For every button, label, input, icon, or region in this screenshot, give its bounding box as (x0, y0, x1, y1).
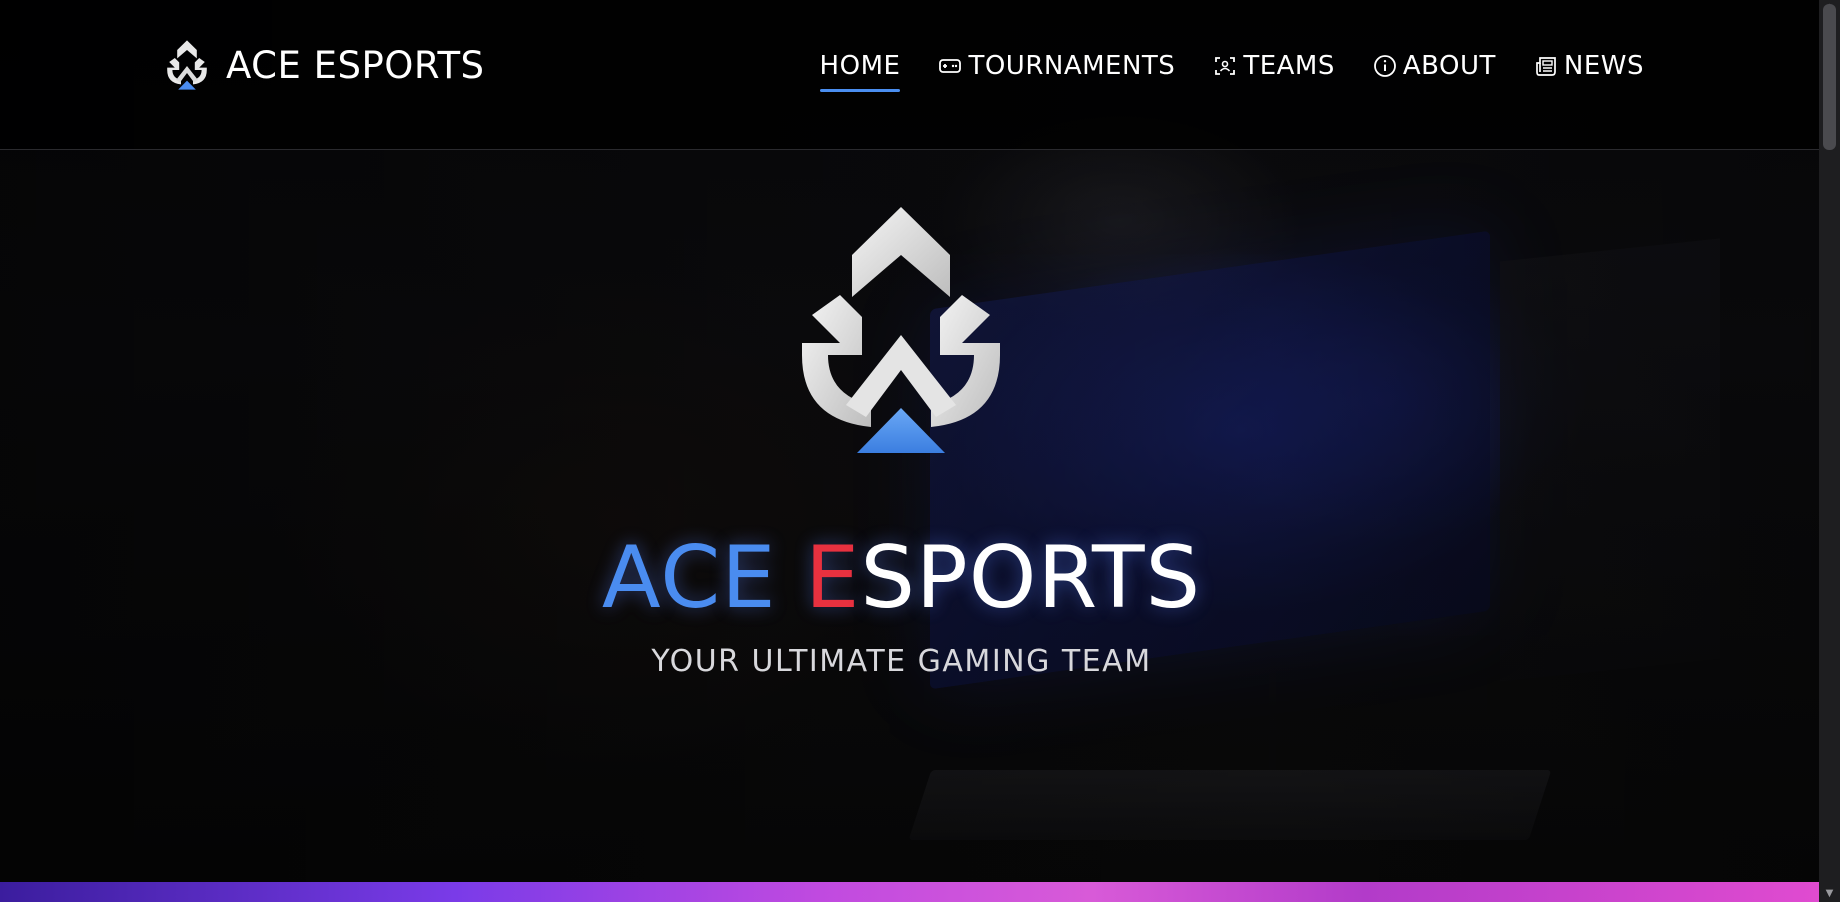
scroll-down-arrow-icon[interactable]: ▼ (1819, 886, 1840, 902)
hero-logo-icon (802, 207, 1000, 453)
nav-item-home[interactable]: HOME (819, 48, 901, 92)
hero-subtitle: YOUR ULTIMATE GAMING TEAM (651, 644, 1152, 679)
main-nav: HOME TOURNAMENTS TEAMS ABOUT NEWS (819, 48, 1644, 92)
hero-title-ace: ACE (601, 528, 805, 628)
nav-item-label: ABOUT (1402, 51, 1496, 81)
team-scan-icon (1215, 57, 1236, 75)
brand-link[interactable]: ACE ESPORTS (160, 40, 485, 90)
site-header: ACE ESPORTS HOME TOURNAMENTS TEAMS ABOUT… (0, 0, 1819, 150)
nav-item-label: TOURNAMENTS (968, 51, 1176, 81)
nav-item-teams[interactable]: TEAMS (1213, 48, 1335, 84)
gamepad-icon (939, 59, 962, 73)
page-scrollbar[interactable]: ▲ ▼ (1819, 0, 1840, 902)
brand-logo-icon (167, 40, 207, 90)
scrollbar-thumb[interactable] (1823, 4, 1836, 150)
next-section-preview (0, 882, 1819, 902)
newspaper-icon (1536, 57, 1556, 76)
hero-title-e: E (804, 528, 861, 628)
nav-item-label: TEAMS (1243, 51, 1335, 81)
hero-title-sports: SPORTS (860, 528, 1202, 628)
nav-item-label: NEWS (1563, 51, 1644, 81)
page: ACE ESPORTS YOUR ULTIMATE GAMING TEAM AC… (0, 0, 1819, 902)
brand-name: ACE ESPORTS (226, 43, 485, 87)
nav-item-about[interactable]: ABOUT (1373, 48, 1496, 84)
nav-item-tournaments[interactable]: TOURNAMENTS (938, 48, 1175, 84)
nav-item-label: HOME (819, 51, 901, 81)
info-icon (1373, 55, 1396, 77)
hero-title: ACE ESPORTS (0, 530, 1803, 626)
nav-item-news[interactable]: NEWS (1534, 48, 1644, 84)
